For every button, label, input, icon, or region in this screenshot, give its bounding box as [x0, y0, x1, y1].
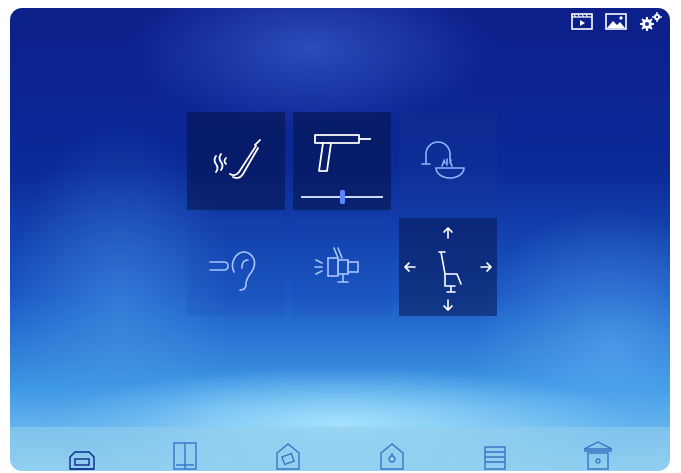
image-icon[interactable] — [604, 10, 628, 32]
chair-position-tile[interactable] — [399, 218, 497, 316]
bottom-navigation-bar — [10, 427, 670, 471]
handpiece-speed-slider[interactable] — [301, 190, 383, 204]
operating-lamp-icon — [314, 247, 359, 283]
handpiece-icon — [314, 134, 371, 172]
chair-position-icon — [404, 227, 492, 311]
saliva-ejector-icon — [213, 139, 261, 179]
top-toolbar — [570, 10, 662, 32]
settings-icon[interactable] — [638, 10, 662, 32]
cup-filler-icon — [421, 141, 465, 179]
mode-5-icon[interactable] — [478, 431, 512, 471]
operating-lamp-tile[interactable] — [293, 218, 391, 316]
mode-3-icon[interactable] — [271, 431, 305, 471]
mode-2-icon[interactable] — [168, 431, 202, 471]
handpiece-tile[interactable] — [293, 112, 391, 210]
app-screen — [10, 8, 670, 471]
video-icon[interactable] — [570, 10, 594, 32]
slider-knob[interactable] — [339, 190, 345, 204]
air-water-spray-icon — [209, 251, 256, 291]
function-grid — [187, 112, 497, 316]
saliva-ejector-tile[interactable] — [187, 112, 285, 210]
cup-filler-tile[interactable] — [399, 112, 497, 210]
mode-4-icon[interactable] — [375, 431, 409, 471]
mode-6-icon[interactable] — [581, 431, 615, 471]
mode-1-icon[interactable] — [65, 431, 99, 471]
air-water-spray-tile[interactable] — [187, 218, 285, 316]
